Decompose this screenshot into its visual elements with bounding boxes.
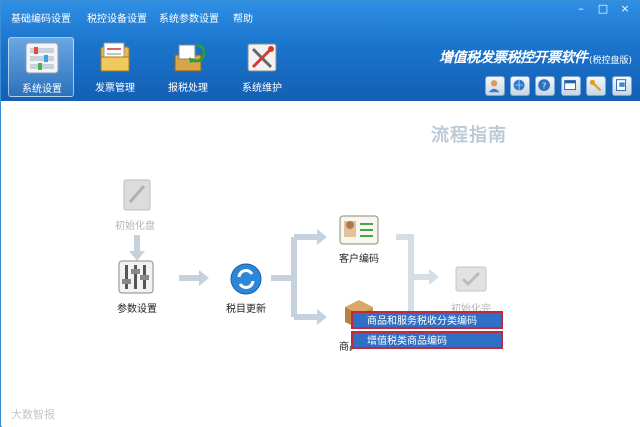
node-tax-update[interactable]: 税目更新: [226, 300, 266, 315]
guide-title: 流程指南: [431, 125, 507, 146]
param-settings-icon[interactable]: [117, 259, 155, 295]
tool-tax-reporting-label: 报税处理: [168, 83, 208, 94]
node-init-disk[interactable]: 初始化盘: [115, 217, 155, 232]
init-done-icon: [455, 266, 487, 292]
close-button[interactable]: ×: [615, 2, 635, 16]
menu-system-param-settings[interactable]: 系统参数设置: [159, 10, 219, 25]
window-icon: [564, 80, 576, 91]
tool-invoice-management[interactable]: 发票管理: [82, 37, 148, 97]
network-button[interactable]: [510, 76, 530, 96]
svg-text:?: ?: [542, 80, 546, 90]
maximize-button[interactable]: □: [593, 2, 613, 16]
watermark: 大数智报: [11, 408, 55, 421]
customer-code-icon[interactable]: [338, 214, 380, 246]
tax-update-icon[interactable]: [229, 262, 263, 296]
minimize-button[interactable]: –: [571, 2, 591, 16]
menu-bar: 基础编码设置 税控设备设置 系统参数设置 帮助 – □ ×: [1, 1, 640, 31]
flow-guide-panel: [2, 101, 640, 427]
exit-icon: [616, 79, 627, 91]
settings-panel-icon: [25, 42, 59, 74]
node-customer-code[interactable]: 客户编码: [339, 250, 379, 265]
help-icon: ?: [538, 79, 550, 91]
menu-tax-device-settings[interactable]: 税控设备设置: [87, 10, 147, 25]
header-bar: 基础编码设置 税控设备设置 系统参数设置 帮助 – □ × 系统设置 发票管理 …: [1, 1, 640, 101]
menu-basic-code-settings[interactable]: 基础编码设置: [11, 10, 71, 25]
help-button[interactable]: ?: [535, 76, 555, 96]
tax-report-icon: [174, 43, 205, 72]
menu-item-vat-product-code[interactable]: 增值税类商品编码: [351, 331, 503, 349]
exit-button[interactable]: [612, 76, 632, 96]
menu-item-tax-classification-code[interactable]: 商品和服务税收分类编码: [351, 311, 503, 329]
maintenance-tools-icon: [247, 43, 277, 72]
user-icon: [488, 80, 500, 93]
tool-system-settings-label: 系统设置: [22, 84, 62, 95]
key-icon: [589, 79, 602, 92]
app-window: 基础编码设置 税控设备设置 系统参数设置 帮助 – □ × 系统设置 发票管理 …: [0, 0, 640, 427]
tool-tax-reporting[interactable]: 报税处理: [155, 37, 221, 97]
tool-invoice-management-label: 发票管理: [95, 83, 135, 94]
tool-system-settings[interactable]: 系统设置: [8, 37, 74, 97]
menu-help[interactable]: 帮助: [233, 10, 253, 25]
key-button[interactable]: [586, 76, 606, 96]
user-button[interactable]: [485, 76, 505, 96]
window-button[interactable]: [561, 76, 581, 96]
tool-system-maintenance[interactable]: 系统维护: [229, 37, 295, 97]
app-title: 增值税发票税控开票软件: [439, 50, 588, 66]
app-subtitle: (税控盘版): [589, 56, 633, 66]
tool-system-maintenance-label: 系统维护: [242, 83, 282, 94]
node-param-settings[interactable]: 参数设置: [117, 300, 157, 315]
init-disk-icon: [123, 179, 151, 211]
product-code-context-menu: 商品和服务税收分类编码 增值税类商品编码: [351, 311, 503, 349]
invoice-folder-icon: [100, 42, 130, 72]
network-icon: [513, 79, 525, 91]
